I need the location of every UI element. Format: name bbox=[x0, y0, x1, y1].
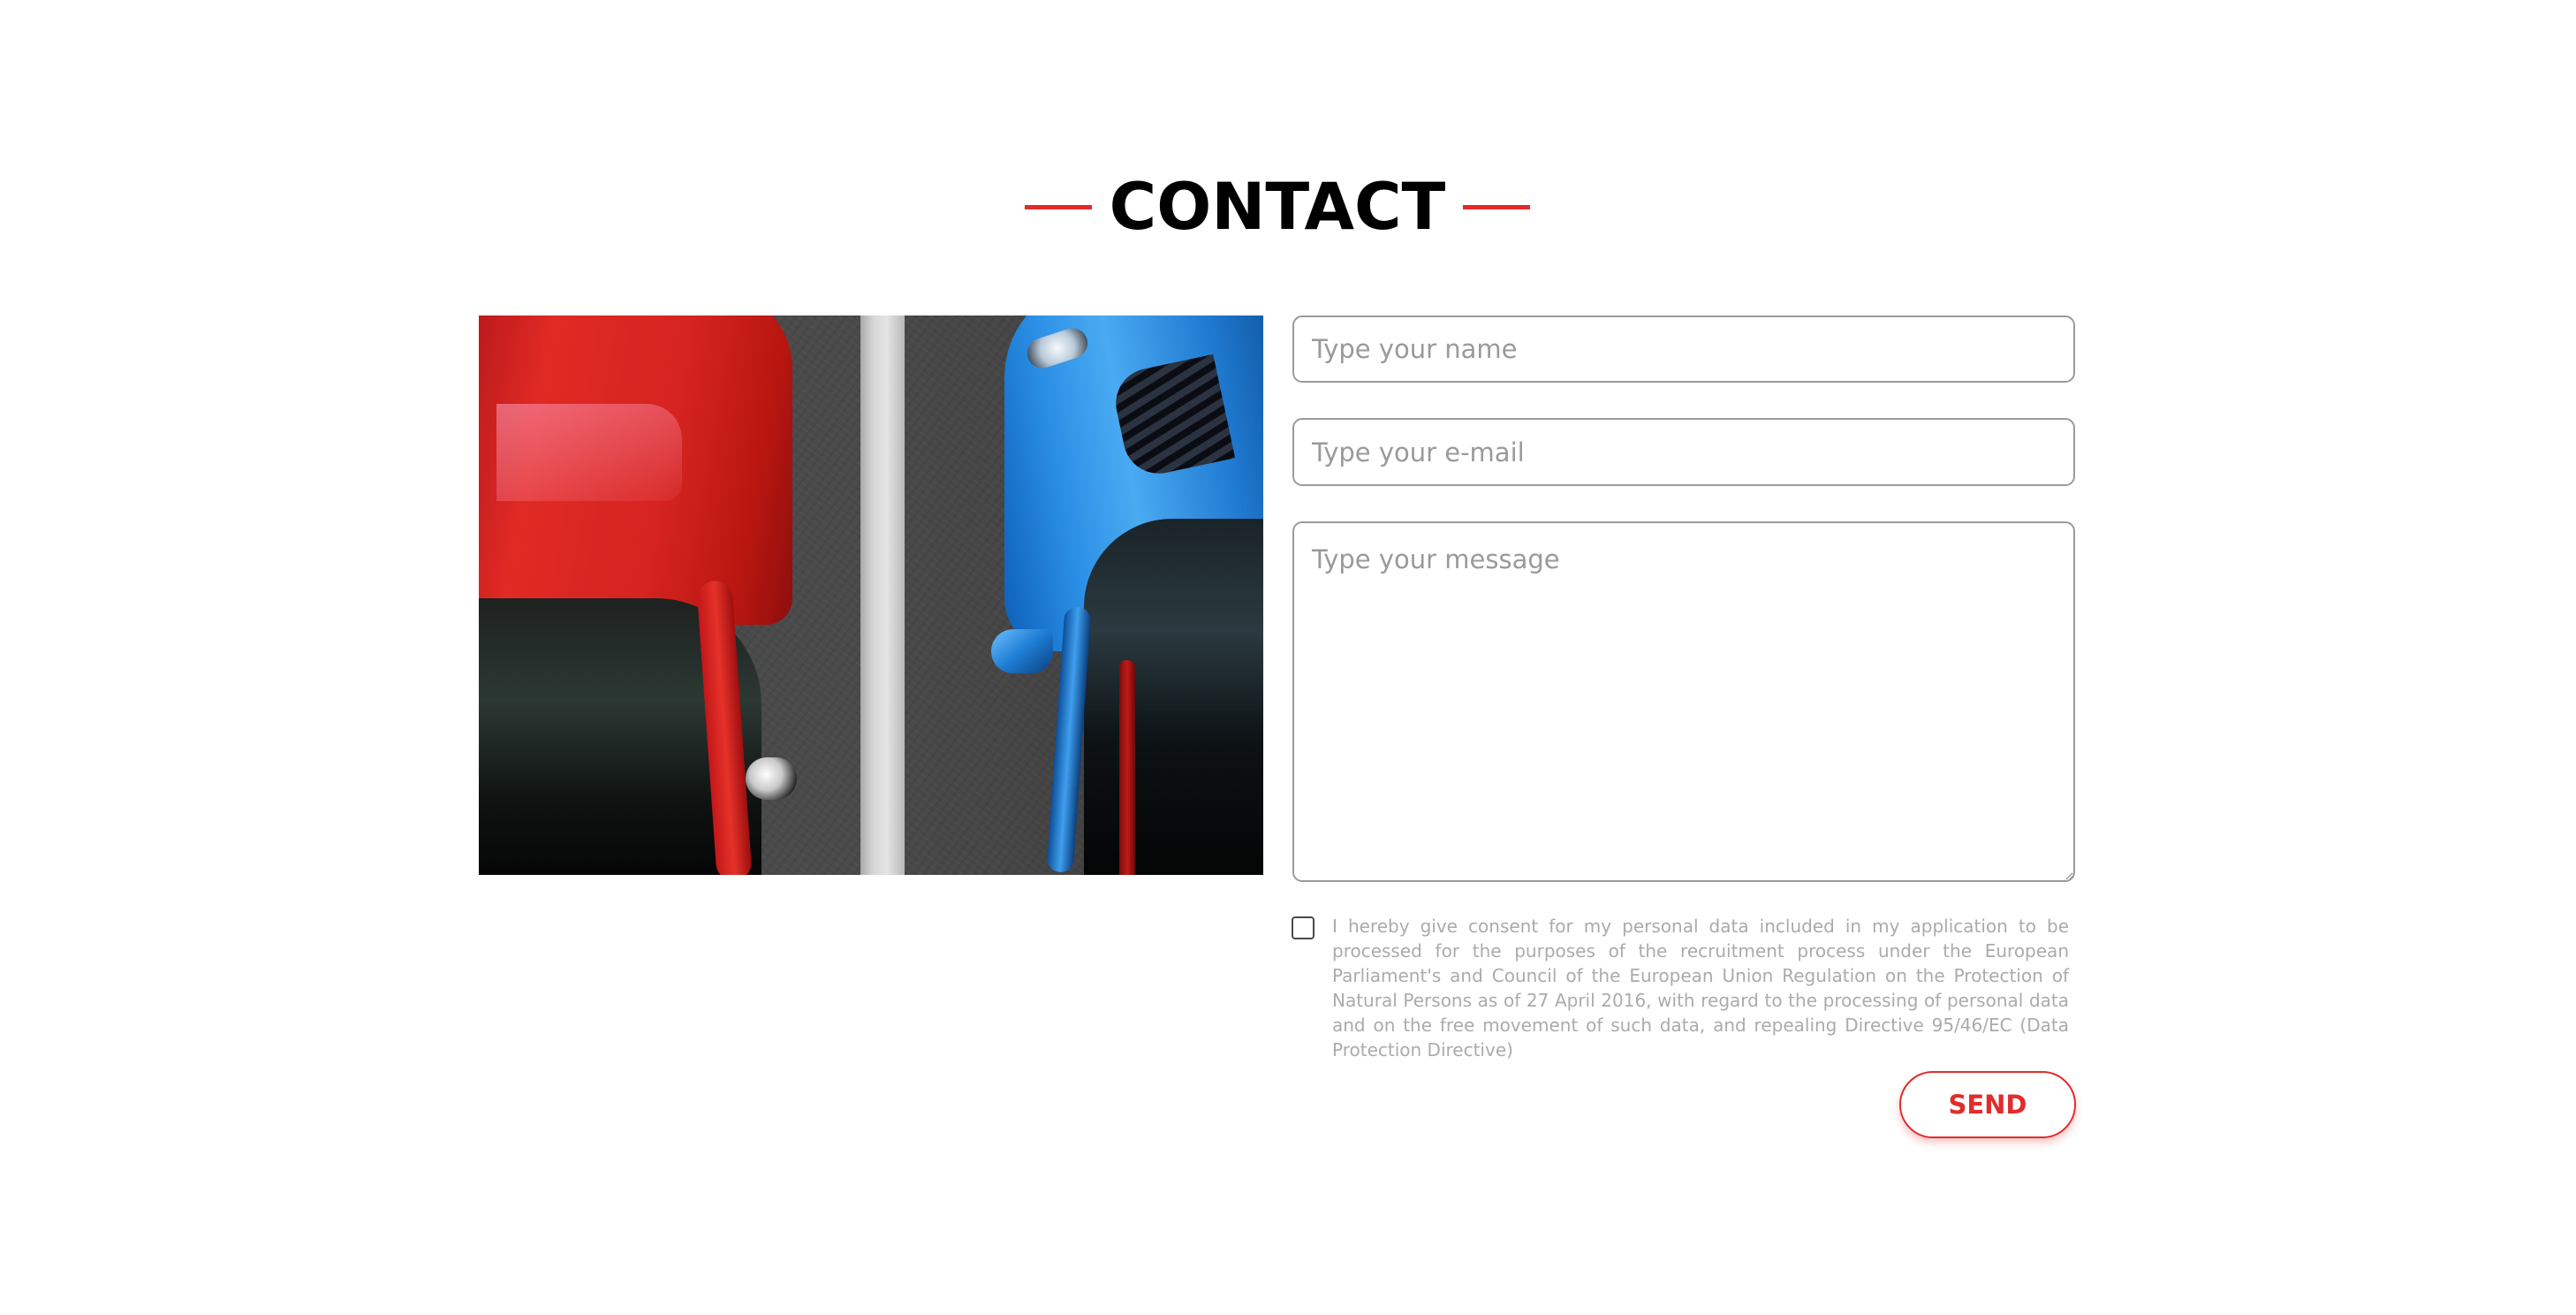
page-title: CONTACT bbox=[1109, 169, 1446, 245]
red-car-mirror bbox=[746, 757, 797, 800]
email-input[interactable] bbox=[1292, 418, 2075, 486]
red-car bbox=[479, 315, 814, 875]
blue-car-mirror bbox=[991, 629, 1053, 673]
blue-car-red-trim bbox=[1119, 660, 1135, 875]
consent-label: I hereby give consent for my personal da… bbox=[1332, 916, 2069, 1060]
name-input[interactable] bbox=[1292, 315, 2075, 383]
consent-checkbox[interactable] bbox=[1292, 916, 1315, 939]
red-car-reflection bbox=[496, 404, 682, 501]
blue-car bbox=[987, 315, 1263, 875]
message-textarea[interactable] bbox=[1292, 521, 2075, 882]
section-header: CONTACT bbox=[1025, 163, 1530, 251]
title-right-line bbox=[1463, 204, 1530, 209]
send-button[interactable]: SEND bbox=[1899, 1071, 2076, 1138]
parking-lane-stripe bbox=[860, 315, 905, 875]
title-left-line bbox=[1025, 204, 1092, 209]
blue-car-windshield bbox=[1084, 519, 1263, 875]
parked-cars-photo bbox=[479, 315, 1263, 875]
contact-page: CONTACT I hereby give consent for my per… bbox=[0, 0, 2576, 1315]
